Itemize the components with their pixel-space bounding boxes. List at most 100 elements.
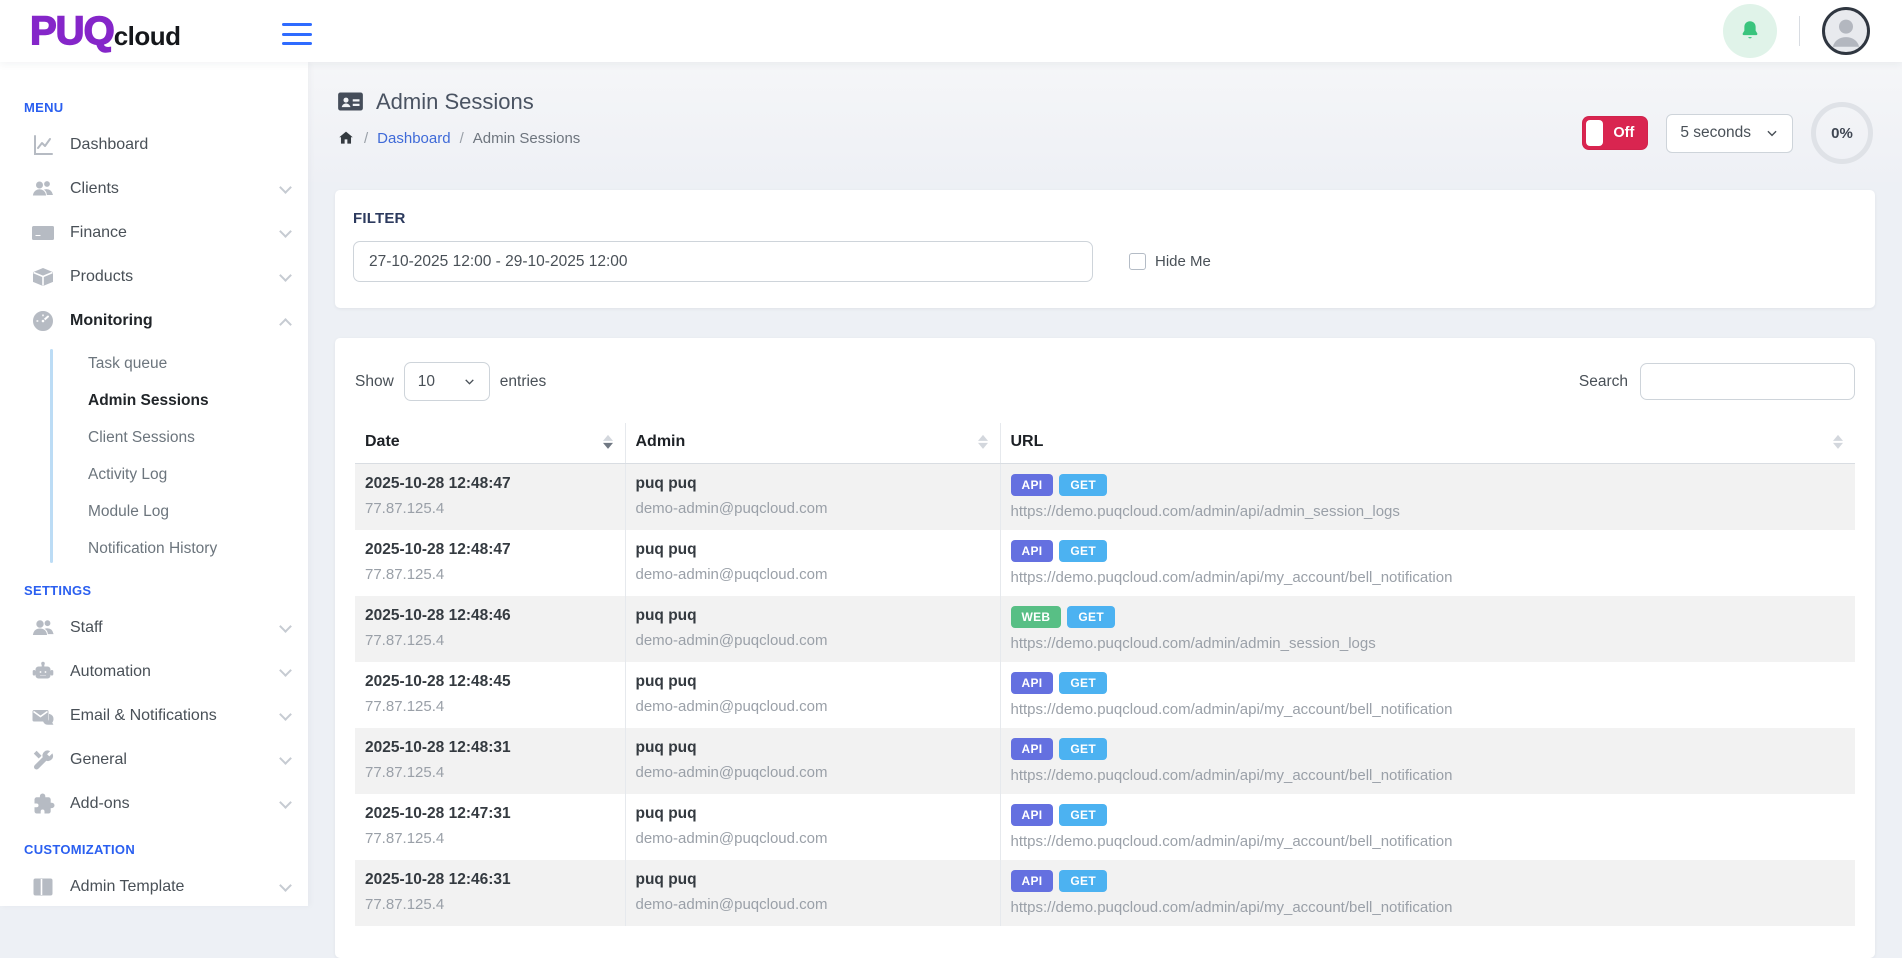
chevron-down-icon: [279, 664, 292, 677]
chevron-up-icon: [279, 318, 292, 331]
topbar-divider: [1799, 16, 1800, 46]
admin-cell: puq puq demo-admin@puqcloud.com: [625, 794, 1000, 860]
chevron-down-icon: [279, 181, 292, 194]
finance-icon: [30, 220, 56, 246]
sidebar-item-label: Staff: [70, 619, 103, 637]
api-badge: API: [1011, 672, 1054, 694]
chevron-down-icon: [279, 796, 292, 809]
products-icon: [30, 264, 56, 290]
search-input[interactable]: [1640, 363, 1855, 400]
sidebar-item-automation[interactable]: Automation: [0, 650, 308, 694]
sidebar-section-label: CUSTOMIZATION: [24, 842, 308, 857]
chevron-down-icon: [463, 375, 476, 388]
sidebar-item-label: Dashboard: [70, 136, 148, 154]
logo-text-cloud: cloud: [114, 25, 181, 48]
date-range-input[interactable]: [353, 241, 1093, 282]
checkbox-box[interactable]: [1129, 253, 1146, 270]
chevron-down-icon: [279, 225, 292, 238]
sidebar-subitem-client-sessions[interactable]: Client Sessions: [58, 419, 308, 456]
staff-icon: [30, 615, 56, 641]
sidebar-item-add-ons[interactable]: Add-ons: [0, 782, 308, 826]
admin-sessions-table: Date Admin URL 2025-10-28 12:48:47 77.8: [355, 423, 1855, 926]
sidebar-submenu: Task queueAdmin SessionsClient SessionsA…: [0, 345, 308, 567]
date-cell: 2025-10-28 12:47:31 77.87.125.4: [355, 794, 625, 860]
sidebar-item-label: General: [70, 751, 127, 769]
get-badge: GET: [1059, 804, 1107, 826]
sidebar-item-label: Automation: [70, 663, 151, 681]
sidebar-item-finance[interactable]: Finance: [0, 211, 308, 255]
dashboard-icon: [30, 132, 56, 158]
hide-me-checkbox[interactable]: Hide Me: [1129, 253, 1211, 270]
sidebar-item-label: Clients: [70, 180, 119, 198]
sidebar-section-label: MENU: [24, 100, 308, 115]
user-avatar[interactable]: [1822, 7, 1870, 55]
table-row: 2025-10-28 12:48:45 77.87.125.4 puq puq …: [355, 662, 1855, 728]
admin-cell: puq puq demo-admin@puqcloud.com: [625, 530, 1000, 596]
notifications-bell-button[interactable]: [1723, 4, 1777, 58]
auto-refresh-toggle[interactable]: Off: [1582, 116, 1648, 150]
sidebar-subitem-admin-sessions[interactable]: Admin Sessions: [58, 382, 308, 419]
sidebar-item-email-notifications[interactable]: Email & Notifications: [0, 694, 308, 738]
page-header: Admin Sessions / Dashboard / Admin Sessi…: [308, 62, 1902, 182]
breadcrumb-current: Admin Sessions: [473, 130, 581, 147]
table-row: 2025-10-28 12:47:31 77.87.125.4 puq puq …: [355, 794, 1855, 860]
admin-cell: puq puq demo-admin@puqcloud.com: [625, 596, 1000, 662]
table-row: 2025-10-28 12:48:47 77.87.125.4 puq puq …: [355, 464, 1855, 531]
breadcrumb-dashboard-link[interactable]: Dashboard: [377, 130, 450, 147]
sidebar-item-admin-template[interactable]: Admin Template: [0, 865, 308, 906]
addons-icon: [30, 791, 56, 817]
url-cell: APIGET https://demo.puqcloud.com/admin/a…: [1000, 728, 1855, 794]
sidebar-item-monitoring[interactable]: Monitoring: [0, 299, 308, 343]
api-badge: API: [1011, 804, 1054, 826]
sidebar-subitem-module-log[interactable]: Module Log: [58, 493, 308, 530]
table-row: 2025-10-28 12:48:47 77.87.125.4 puq puq …: [355, 530, 1855, 596]
chevron-down-icon: [279, 879, 292, 892]
chevron-down-icon: [279, 269, 292, 282]
page-size-select[interactable]: 10: [404, 362, 490, 401]
sort-icon: [978, 435, 988, 449]
sort-icon: [1833, 435, 1843, 449]
column-header-url[interactable]: URL: [1000, 423, 1855, 464]
admin-cell: puq puq demo-admin@puqcloud.com: [625, 662, 1000, 728]
filter-card: FILTER Hide Me: [335, 190, 1875, 308]
refresh-progress-ring: 0%: [1811, 102, 1873, 164]
hamburger-menu-icon[interactable]: [282, 23, 312, 45]
person-icon: [1825, 9, 1867, 53]
get-badge: GET: [1059, 672, 1107, 694]
sidebar-item-clients[interactable]: Clients: [0, 167, 308, 211]
column-header-admin[interactable]: Admin: [625, 423, 1000, 464]
sidebar-subitem-notification-history[interactable]: Notification History: [58, 530, 308, 567]
sidebar-item-general[interactable]: General: [0, 738, 308, 782]
admin-cell: puq puq demo-admin@puqcloud.com: [625, 860, 1000, 926]
url-cell: APIGET https://demo.puqcloud.com/admin/a…: [1000, 794, 1855, 860]
url-cell: APIGET https://demo.puqcloud.com/admin/a…: [1000, 464, 1855, 531]
chevron-down-icon: [279, 620, 292, 633]
sidebar-item-staff[interactable]: Staff: [0, 606, 308, 650]
logo-text-puq: PUQ: [30, 14, 114, 48]
home-icon[interactable]: [337, 129, 355, 147]
sidebar-item-label: Admin Template: [70, 878, 184, 896]
get-badge: GET: [1059, 870, 1107, 892]
sessions-table-card: Show 10 entries Search Date: [335, 338, 1875, 958]
date-cell: 2025-10-28 12:48:31 77.87.125.4: [355, 728, 625, 794]
url-cell: APIGET https://demo.puqcloud.com/admin/a…: [1000, 662, 1855, 728]
automation-icon: [30, 659, 56, 685]
column-header-date[interactable]: Date: [355, 423, 625, 464]
page-title: Admin Sessions: [376, 89, 534, 115]
sidebar-item-dashboard[interactable]: Dashboard: [0, 123, 308, 167]
brand-logo[interactable]: PUQ cloud: [0, 14, 278, 48]
chevron-down-icon: [1765, 126, 1779, 140]
chevron-down-icon: [279, 752, 292, 765]
sidebar-subitem-task-queue[interactable]: Task queue: [58, 345, 308, 382]
api-badge: API: [1011, 540, 1054, 562]
refresh-interval-value: 5 seconds: [1680, 124, 1751, 142]
sidebar-item-products[interactable]: Products: [0, 255, 308, 299]
sidebar-subitem-activity-log[interactable]: Activity Log: [58, 456, 308, 493]
sidebar-item-label: Email & Notifications: [70, 707, 217, 725]
get-badge: GET: [1059, 474, 1107, 496]
table-row: 2025-10-28 12:48:46 77.87.125.4 puq puq …: [355, 596, 1855, 662]
get-badge: GET: [1059, 738, 1107, 760]
sidebar-item-label: Finance: [70, 224, 127, 242]
refresh-interval-select[interactable]: 5 seconds: [1666, 114, 1793, 153]
entries-label: entries: [500, 373, 547, 391]
